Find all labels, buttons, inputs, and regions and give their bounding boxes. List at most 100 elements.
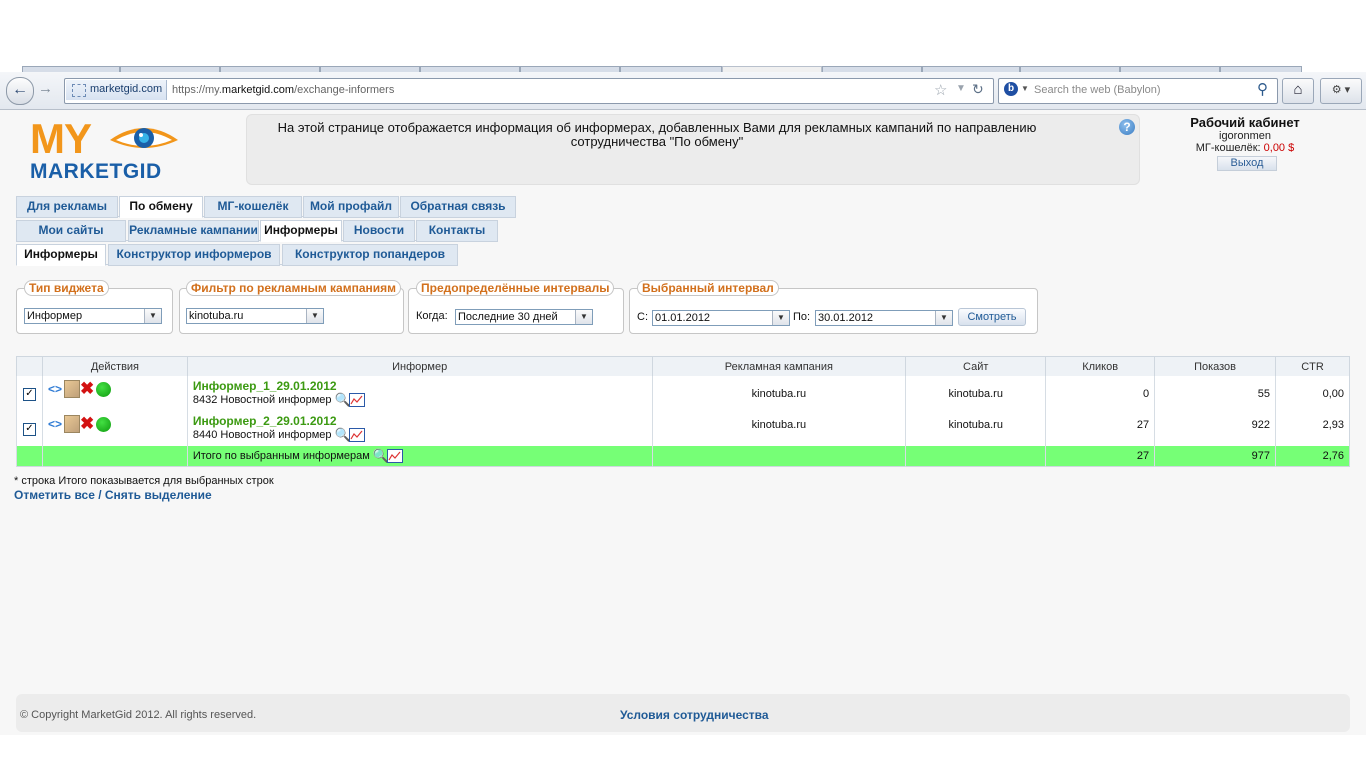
reload-icon[interactable]: ↻ [972, 81, 984, 98]
campaign-filter-legend: Фильтр по рекламным кампаниям [186, 280, 402, 296]
tab-news[interactable]: Новости [343, 220, 415, 242]
home-icon: ⌂ [1293, 81, 1303, 98]
informer-name-link[interactable]: Информер_1_29.01.2012 [193, 379, 647, 393]
row-actions: <> ✖ [41, 376, 188, 411]
site-identity-label: marketgid.com [90, 83, 163, 95]
date-to-select[interactable]: 30.01.2012 ▼ [815, 310, 953, 326]
campaign-cell: kinotuba.ru [651, 376, 906, 411]
tab-informers-list[interactable]: Информеры [16, 244, 106, 266]
stats-chart-icon[interactable] [348, 428, 365, 442]
when-label: Когда: [416, 310, 448, 322]
header-ctr: CTR [1275, 356, 1350, 376]
status-active-icon[interactable] [95, 416, 111, 432]
logo-marketgid[interactable]: MARKETGID [30, 160, 162, 184]
tab-contacts[interactable]: Контакты [416, 220, 498, 242]
informer-id-type: 8440 Новостной информер [192, 428, 332, 441]
home-button[interactable]: ⌂ [1282, 78, 1314, 104]
tab-campaigns[interactable]: Рекламные кампании [128, 220, 259, 242]
copyright: © Copyright MarketGid 2012. All rights r… [20, 709, 257, 721]
delete-icon[interactable]: ✖ [80, 380, 96, 397]
back-arrow-icon: ← [12, 81, 28, 98]
shows-cell: 922 [1154, 411, 1276, 446]
logout-button[interactable]: Выход [1217, 156, 1277, 171]
edit-document-icon[interactable] [63, 380, 80, 398]
tab-informers[interactable]: Информеры [260, 220, 342, 242]
help-icon[interactable]: ? [1119, 119, 1135, 135]
row-checkbox[interactable]: ✓ [22, 422, 36, 436]
site-cell: kinotuba.ru [905, 376, 1046, 411]
chevron-down-icon: ▼ [772, 311, 789, 325]
total-label-cell: Итого по выбранным информерам 🔍 [186, 446, 652, 467]
tab-informer-builder[interactable]: Конструктор информеров [108, 244, 280, 266]
magnifier-icon[interactable]: 🔍 [373, 449, 389, 463]
date-from-select[interactable]: 01.01.2012 ▼ [652, 310, 790, 326]
widget-type-select[interactable]: Информер ▼ [24, 308, 162, 324]
wallet-value: 0,00 $ [1263, 142, 1295, 154]
predefined-interval-legend: Предопределённые интервалы [416, 280, 615, 296]
header-select [16, 356, 43, 376]
chevron-down-icon: ▼ [575, 310, 592, 324]
bookmark-star-icon[interactable]: ☆ [934, 81, 947, 99]
tab-my-profile[interactable]: Мой профайл [303, 196, 399, 218]
informer-description: 8432 Новостной информер 🔍 [193, 393, 647, 407]
select-all-link[interactable]: Отметить все / Снять выделение [14, 488, 212, 502]
search-go-icon[interactable]: ⚲ [1257, 80, 1268, 98]
magnifier-icon[interactable]: 🔍 [335, 393, 351, 407]
edit-document-icon[interactable] [63, 415, 80, 433]
terms-link[interactable]: Условия сотрудничества [620, 708, 769, 722]
site-cell: kinotuba.ru [905, 411, 1046, 446]
stats-chart-icon[interactable] [348, 393, 365, 407]
history-dropdown-icon[interactable]: ▼ [956, 83, 966, 94]
informer-name-link[interactable]: Информер_2_29.01.2012 [193, 414, 647, 428]
delete-icon[interactable]: ✖ [80, 415, 96, 432]
wallet-balance: МГ-кошелёк: 0,00 $ [1160, 142, 1330, 154]
addon-menu-button[interactable]: ⚙ ▾ [1320, 78, 1362, 104]
info-text: На этой странице отображается информация… [277, 120, 1037, 149]
to-label: По: [793, 311, 811, 323]
total-empty-cell [41, 446, 188, 467]
view-button[interactable]: Смотреть [958, 308, 1026, 326]
row-actions: <> ✖ [41, 411, 188, 446]
tab-exchange[interactable]: По обмену [119, 196, 203, 218]
total-note: * строка Итого показывается для выбранны… [14, 475, 274, 487]
puzzle-icon: ⚙ ▾ [1331, 84, 1351, 96]
tab-mg-wallet[interactable]: МГ-кошелёк [204, 196, 302, 218]
status-active-icon[interactable] [95, 381, 111, 397]
url-text[interactable]: https://my.marketgid.com/exchange-inform… [172, 84, 394, 96]
clicks-cell: 0 [1045, 376, 1155, 411]
date-to-value: 30.01.2012 [818, 312, 874, 324]
code-icon[interactable]: <> [48, 382, 64, 396]
table-row: ✓ <> ✖ Информер_1_29.01.2012 8432 Новостн… [16, 376, 1350, 411]
babylon-engine-icon[interactable]: b [1004, 82, 1018, 96]
username: igoronmen [1219, 130, 1271, 142]
widget-type-value: Информер [27, 310, 83, 322]
logo-my[interactable]: MY [30, 118, 92, 160]
magnifier-icon[interactable]: 🔍 [335, 428, 351, 442]
engine-dropdown-icon[interactable]: ▼ [1021, 84, 1029, 93]
tab-popunder-builder[interactable]: Конструктор попандеров [282, 244, 458, 266]
total-row: Итого по выбранным информерам 🔍 27 977 2… [16, 446, 1350, 467]
tab-feedback[interactable]: Обратная связь [400, 196, 516, 218]
campaign-filter-select[interactable]: kinotuba.ru ▼ [186, 308, 324, 324]
total-empty-cell [16, 446, 43, 467]
wallet-label: МГ-кошелёк: [1195, 142, 1261, 154]
search-input[interactable]: Search the web (Babylon) [1034, 84, 1161, 96]
predefined-interval-select[interactable]: Последние 30 дней ▼ [455, 309, 593, 325]
forward-arrow-icon[interactable]: → [38, 80, 53, 97]
stats-chart-icon[interactable] [386, 449, 403, 463]
code-icon[interactable]: <> [48, 417, 64, 431]
ctr-cell: 0,00 [1275, 376, 1350, 411]
chevron-down-icon: ▼ [935, 311, 952, 325]
ctr-cell: 2,93 [1275, 411, 1350, 446]
campaign-filter-value: kinotuba.ru [189, 310, 244, 322]
site-identity-icon [72, 84, 86, 97]
table-row: ✓ <> ✖ Информер_2_29.01.2012 8440 Новостн… [16, 411, 1350, 446]
site-identity-button[interactable]: marketgid.com [66, 80, 167, 100]
back-button[interactable]: ← [6, 77, 34, 105]
row-checkbox[interactable]: ✓ [22, 387, 36, 401]
informer-cell: Информер_1_29.01.2012 8432 Новостной инф… [186, 376, 652, 411]
informers-table: Действия Информер Рекламная кампания Сай… [16, 356, 1350, 467]
tab-for-ads[interactable]: Для рекламы [16, 196, 118, 218]
total-label: Итого по выбранным информерам [192, 449, 370, 462]
tab-my-sites[interactable]: Мои сайты [16, 220, 126, 242]
